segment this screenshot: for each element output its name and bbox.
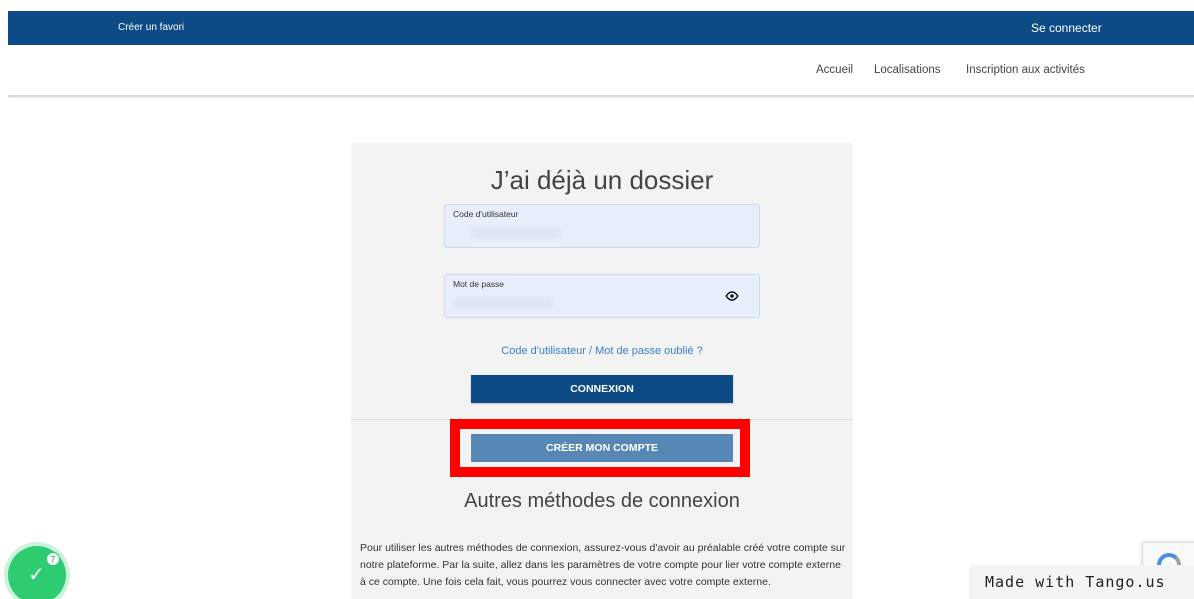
nav-item-activity-registration[interactable]: Inscription aux activités bbox=[966, 64, 1085, 76]
create-favorite-link[interactable]: Créer un favori bbox=[118, 22, 184, 33]
nav-divider bbox=[8, 95, 1194, 97]
login-title: J’ai déjà un dossier bbox=[490, 165, 714, 195]
other-methods-text: Pour utiliser les autres méthodes de con… bbox=[360, 542, 846, 588]
page: Créer un favori Se connecter Accueil Loc… bbox=[0, 0, 1194, 599]
main-nav: Accueil Localisations Inscription aux ac… bbox=[0, 64, 1194, 84]
password-input[interactable] bbox=[445, 275, 759, 317]
sign-in-link[interactable]: Se connecter bbox=[1031, 21, 1102, 35]
create-account-button[interactable]: CRÉER MON COMPTE bbox=[471, 434, 733, 462]
username-input[interactable] bbox=[445, 205, 759, 247]
nav-item-home[interactable]: Accueil bbox=[816, 64, 853, 76]
card-divider bbox=[351, 419, 853, 420]
tango-progress-badge[interactable]: ✓ 7 bbox=[8, 546, 66, 599]
badge-count: 7 bbox=[46, 552, 60, 566]
tango-watermark: Made with Tango.us bbox=[969, 565, 1194, 599]
check-icon: ✓ bbox=[28, 562, 45, 586]
show-password-icon[interactable] bbox=[725, 291, 739, 301]
login-card: J’ai déjà un dossier Code d'utilisateur … bbox=[351, 143, 853, 599]
connect-button[interactable]: CONNEXION bbox=[471, 375, 733, 403]
username-field[interactable]: Code d'utilisateur bbox=[444, 204, 760, 248]
top-bar: Créer un favori Se connecter bbox=[8, 11, 1194, 45]
nav-item-locations[interactable]: Localisations bbox=[874, 64, 940, 76]
password-field[interactable]: Mot de passe bbox=[444, 274, 760, 318]
forgot-credentials-link[interactable]: Code d'utilisateur / Mot de passe oublié… bbox=[351, 345, 853, 357]
other-methods-title: Autres méthodes de connexion bbox=[464, 490, 740, 512]
